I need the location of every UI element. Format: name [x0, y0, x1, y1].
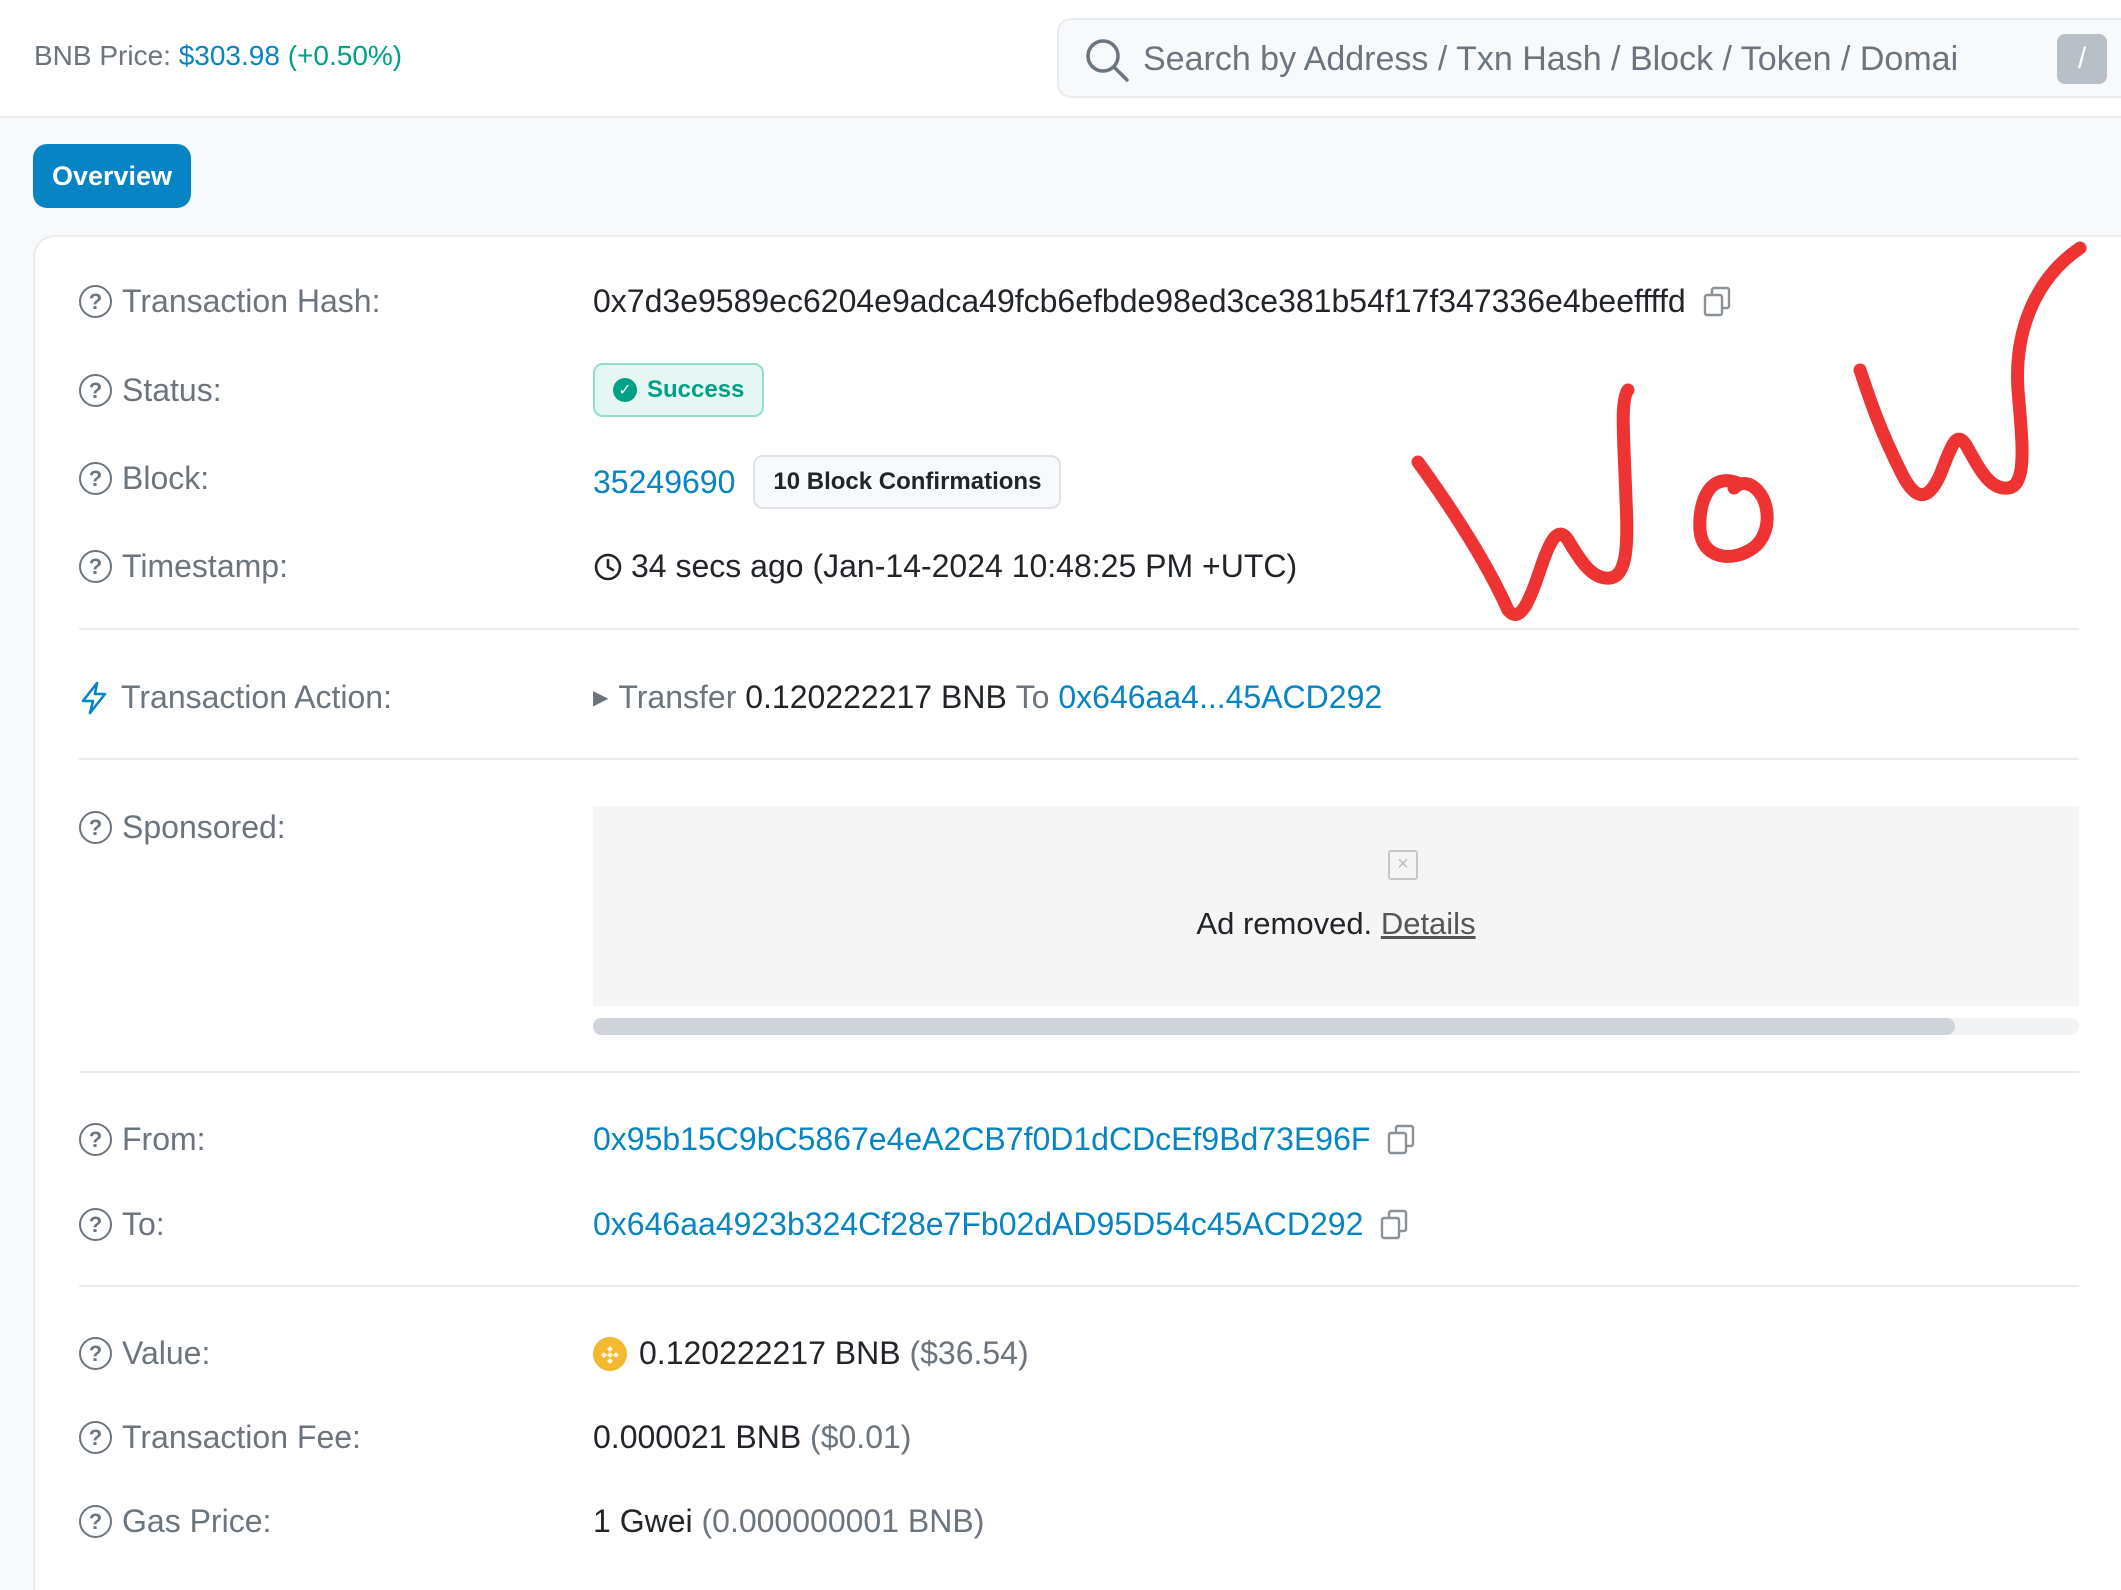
- help-icon[interactable]: ?: [79, 1505, 112, 1538]
- top-bar: BNB Price: $303.98 (+0.50%) /: [0, 0, 2121, 118]
- ad-details-link[interactable]: Details: [1381, 906, 1476, 941]
- bnb-token-icon: [593, 1336, 627, 1371]
- gas-price-label: ? Gas Price:: [79, 1503, 271, 1540]
- sponsored-label: ? Sponsored:: [79, 809, 286, 846]
- help-icon[interactable]: ?: [79, 811, 112, 844]
- help-icon[interactable]: ?: [79, 1208, 112, 1241]
- fee-usd: ($0.01): [810, 1419, 912, 1455]
- status-row: ✓ Success: [593, 363, 765, 417]
- help-icon[interactable]: ?: [79, 462, 112, 495]
- broken-image-icon: ×: [1388, 850, 1418, 880]
- action-verb: Transfer: [618, 679, 737, 715]
- help-icon[interactable]: ?: [79, 285, 112, 318]
- value-amount: 0.120222217 BNB: [639, 1335, 901, 1371]
- bnb-price-change: (+0.50%): [287, 40, 403, 71]
- help-icon[interactable]: ?: [79, 550, 112, 583]
- tx-action-row: ▶ Transfer 0.120222217 BNB To 0x646aa4..…: [593, 679, 1382, 716]
- help-icon[interactable]: ?: [79, 1123, 112, 1156]
- timestamp-row: 34 secs ago (Jan-14-2024 10:48:25 PM +UT…: [593, 548, 1297, 585]
- status-label: ? Status:: [79, 372, 222, 409]
- copy-icon[interactable]: [1379, 1209, 1411, 1241]
- search-bar[interactable]: /: [1057, 18, 2121, 98]
- help-icon[interactable]: ?: [79, 1337, 112, 1370]
- search-shortcut-key: /: [2057, 34, 2107, 84]
- gas-price-row: 1 Gwei (0.000000001 BNB): [593, 1503, 984, 1540]
- tx-hash-label: ? Transaction Hash:: [79, 283, 380, 320]
- from-row: 0x95b15C9bC5867e4eA2CB7f0D1dCDcEf9Bd73E9…: [593, 1121, 1418, 1158]
- status-badge: ✓ Success: [593, 363, 765, 417]
- from-label: ? From:: [79, 1121, 206, 1158]
- tx-action-label: Transaction Action:: [79, 679, 392, 716]
- value-usd: ($36.54): [909, 1335, 1029, 1371]
- search-icon: [1086, 39, 1129, 82]
- tab-overview[interactable]: Overview: [33, 144, 191, 208]
- gas-bnb: (0.000000001 BNB): [701, 1503, 985, 1539]
- search-input[interactable]: [1143, 32, 2063, 86]
- block-label: ? Block:: [79, 460, 209, 497]
- block-row: 35249690 10 Block Confirmations: [593, 455, 1062, 509]
- value-row: 0.120222217 BNB ($36.54): [593, 1335, 1029, 1372]
- divider: [79, 1285, 2079, 1287]
- scrollbar-thumb[interactable]: [593, 1018, 1955, 1035]
- tx-fee-row: 0.000021 BNB ($0.01): [593, 1419, 911, 1456]
- sponsored-ad-box: × Ad removed. Details: [593, 806, 2079, 1006]
- timestamp-value: 34 secs ago (Jan-14-2024 10:48:25 PM +UT…: [631, 548, 1298, 584]
- value-label: ? Value:: [79, 1335, 210, 1372]
- help-icon[interactable]: ?: [79, 374, 112, 407]
- divider: [79, 1071, 2079, 1073]
- to-label: ? To:: [79, 1206, 165, 1243]
- divider: [79, 758, 2079, 760]
- bnb-price: BNB Price: $303.98 (+0.50%): [34, 40, 402, 72]
- bnb-price-label: BNB Price:: [34, 40, 171, 71]
- help-icon[interactable]: ?: [79, 1421, 112, 1454]
- action-amount: 0.120222217 BNB: [745, 679, 1007, 715]
- to-address-link[interactable]: 0x646aa4923b324Cf28e7Fb02dAD95D54c45ACD2…: [593, 1206, 1363, 1243]
- caret-right-icon[interactable]: ▶: [593, 685, 608, 710]
- to-row: 0x646aa4923b324Cf28e7Fb02dAD95D54c45ACD2…: [593, 1206, 1411, 1243]
- block-number-link[interactable]: 35249690: [593, 464, 735, 501]
- action-to-word: To: [1015, 679, 1050, 715]
- action-to-address-link[interactable]: 0x646aa4...45ACD292: [1058, 679, 1382, 716]
- handwritten-wow-annotation: [1411, 241, 2087, 621]
- ad-scrollbar[interactable]: [593, 1018, 2079, 1035]
- check-icon: ✓: [613, 378, 637, 402]
- block-confirmations-badge: 10 Block Confirmations: [753, 455, 1062, 509]
- clock-icon: [594, 553, 622, 580]
- copy-icon[interactable]: [1386, 1124, 1418, 1156]
- fee-amount: 0.000021 BNB: [593, 1419, 802, 1455]
- bnb-price-value[interactable]: $303.98: [179, 40, 280, 71]
- lightning-icon: [81, 681, 107, 714]
- timestamp-label: ? Timestamp:: [79, 548, 288, 585]
- ad-removed-text: Ad removed. Details: [1196, 906, 1476, 941]
- tx-fee-label: ? Transaction Fee:: [79, 1419, 361, 1456]
- gas-amount: 1 Gwei: [593, 1503, 693, 1539]
- from-address-link[interactable]: 0x95b15C9bC5867e4eA2CB7f0D1dCDcEf9Bd73E9…: [593, 1121, 1370, 1158]
